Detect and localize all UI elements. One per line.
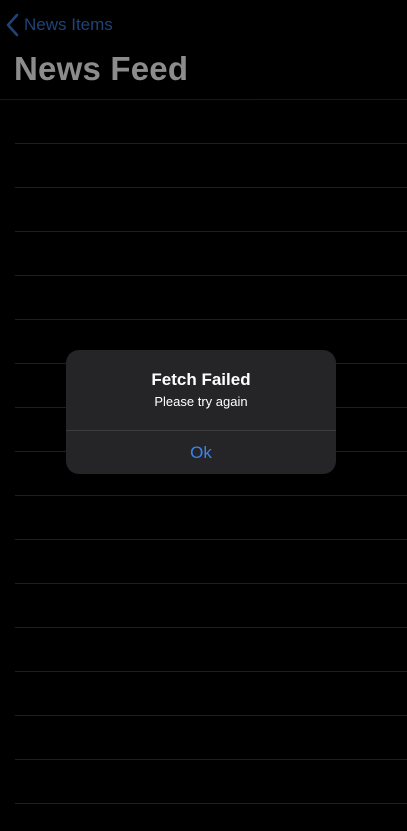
list-item[interactable] bbox=[0, 804, 407, 831]
list-item[interactable] bbox=[0, 716, 407, 760]
list-item[interactable] bbox=[0, 628, 407, 672]
list-item[interactable] bbox=[0, 100, 407, 144]
page-title: News Feed bbox=[14, 50, 189, 87]
alert-message: Please try again bbox=[154, 394, 248, 409]
list-item[interactable] bbox=[0, 672, 407, 716]
list-item[interactable] bbox=[0, 188, 407, 232]
chevron-left-icon bbox=[6, 13, 19, 37]
back-button[interactable]: News Items bbox=[6, 12, 113, 38]
list-item[interactable] bbox=[0, 276, 407, 320]
app-screen: News Items News Feed Fetch Failed Please… bbox=[0, 0, 407, 831]
list-item[interactable] bbox=[0, 760, 407, 804]
list-item[interactable] bbox=[0, 584, 407, 628]
list-item[interactable] bbox=[0, 496, 407, 540]
back-button-label: News Items bbox=[24, 15, 113, 34]
list-item[interactable] bbox=[0, 232, 407, 276]
alert-dialog: Fetch Failed Please try again Ok bbox=[66, 350, 336, 474]
list-item[interactable] bbox=[0, 540, 407, 584]
ok-button[interactable]: Ok bbox=[66, 431, 336, 474]
alert-title: Fetch Failed bbox=[151, 370, 251, 389]
list-item[interactable] bbox=[0, 144, 407, 188]
navigation-bar: News Items bbox=[0, 0, 407, 50]
